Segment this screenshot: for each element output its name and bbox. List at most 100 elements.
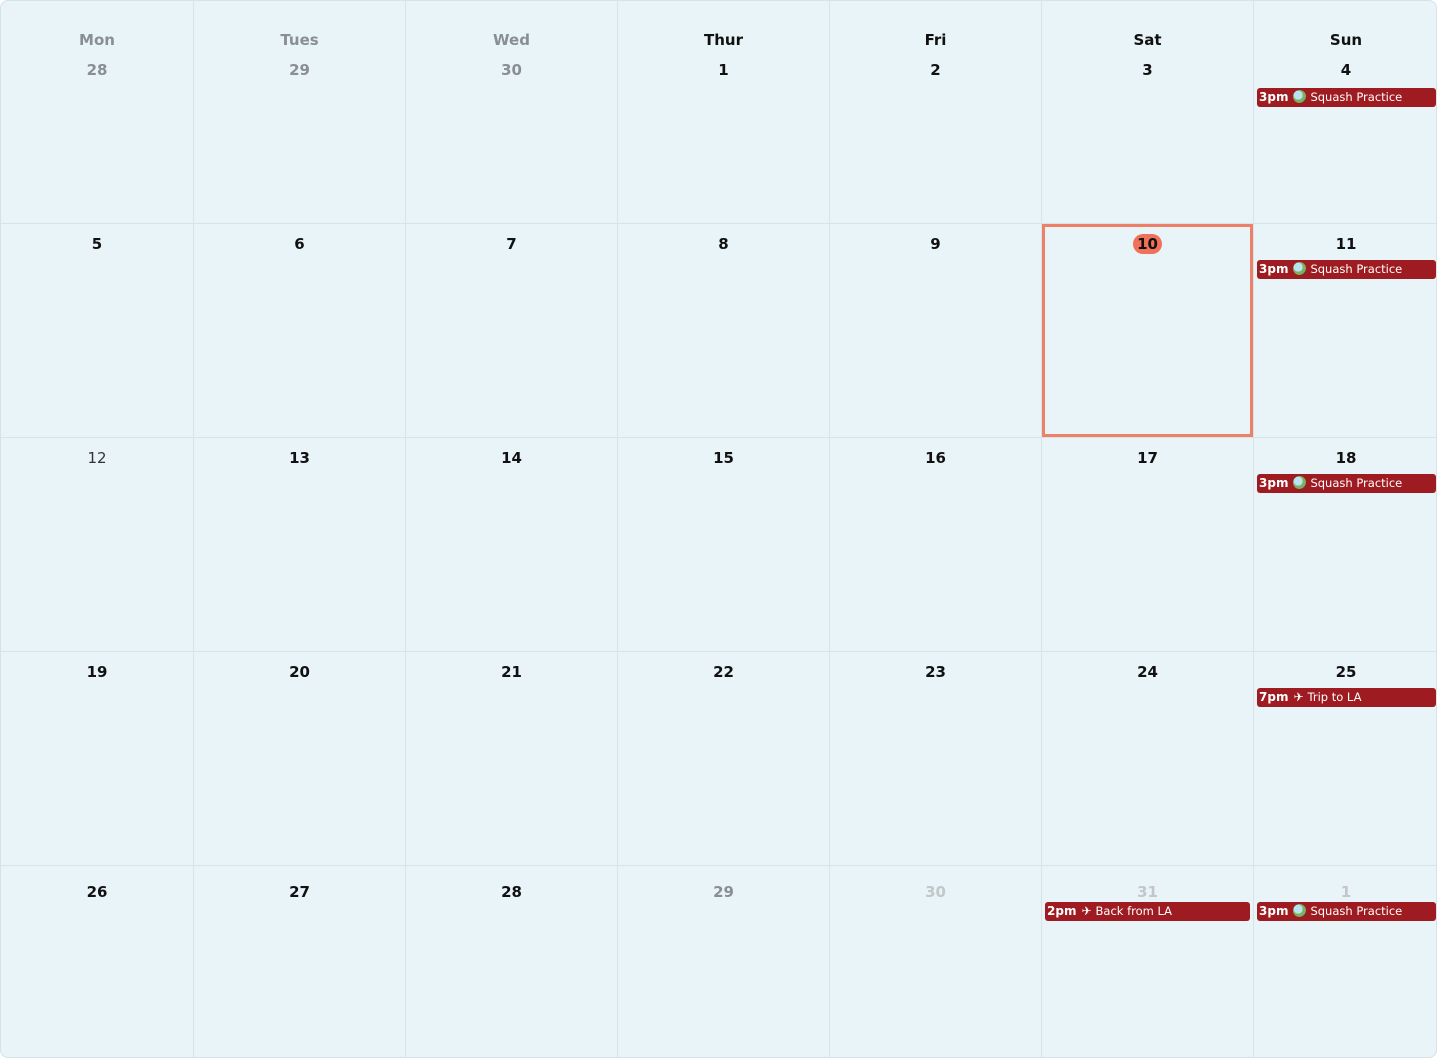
day-cell[interactable]: 16 [830, 438, 1042, 652]
sports-ball-icon [1293, 902, 1307, 921]
date-number: 22 [713, 663, 734, 681]
day-cell[interactable]: 24 [1042, 652, 1254, 866]
date-number: 5 [91, 235, 103, 253]
date-number: 18 [1335, 449, 1357, 467]
date-number: 26 [86, 883, 108, 901]
date-number: 2 [930, 61, 941, 79]
sports-ball-icon [1293, 474, 1307, 493]
event-time: 3pm [1259, 262, 1289, 276]
event-time: 7pm [1259, 690, 1289, 704]
day-cell[interactable]: 12 [1, 438, 194, 652]
date-number: 30 [925, 883, 946, 901]
day-cell[interactable]: 8 [618, 224, 830, 438]
date-number: 12 [87, 449, 107, 467]
day-cell[interactable]: 25 [1254, 652, 1436, 866]
day-cell[interactable]: 20 [194, 652, 406, 866]
event-chip[interactable]: 3pm Squash Practice [1257, 902, 1436, 921]
day-cell[interactable]: 27 [194, 866, 406, 1057]
day-cell[interactable]: 1 [1254, 866, 1436, 1057]
date-number: 27 [289, 883, 310, 901]
date-number: 28 [501, 883, 522, 901]
event-title: Squash Practice [1310, 476, 1403, 490]
airplane-icon: ✈ [1293, 690, 1304, 704]
airplane-icon: ✈ [1081, 904, 1092, 918]
day-cell[interactable]: 15 [618, 438, 830, 652]
date-number: 8 [718, 235, 729, 253]
weekday-header: Fri [924, 31, 947, 49]
date-number: 6 [294, 235, 305, 253]
date-number: 19 [86, 663, 108, 681]
event-time: 3pm [1259, 476, 1289, 490]
weekday-header: Sun [1329, 31, 1363, 49]
event-chip[interactable]: 3pm Squash Practice [1257, 88, 1436, 107]
event-title: Squash Practice [1310, 90, 1403, 104]
day-cell[interactable]: 14 [406, 438, 618, 652]
sports-ball-icon [1293, 260, 1307, 279]
event-time: 3pm [1259, 904, 1289, 918]
event-chip[interactable]: 3pm Squash Practice [1257, 474, 1436, 493]
event-time: 3pm [1259, 90, 1289, 104]
weekday-header: Mon [79, 31, 115, 49]
date-number: 11 [1335, 235, 1357, 253]
date-number: 7 [506, 235, 517, 253]
day-cell[interactable]: Fri 2 [830, 1, 1042, 224]
date-number: 30 [501, 61, 522, 79]
date-number: 1 [1340, 883, 1352, 901]
day-cell[interactable]: 13 [194, 438, 406, 652]
day-cell[interactable]: 19 [1, 652, 194, 866]
day-cell[interactable]: 30 [830, 866, 1042, 1057]
date-number: 13 [289, 449, 310, 467]
date-number: 15 [713, 449, 734, 467]
day-cell[interactable]: Sun 4 [1254, 1, 1436, 224]
weekday-header: Wed [493, 31, 530, 49]
date-number: 29 [289, 61, 310, 79]
date-number: 16 [925, 449, 946, 467]
event-chip[interactable]: 2pm ✈ Back from LA [1045, 902, 1250, 921]
date-number: 21 [501, 663, 522, 681]
day-cell[interactable]: 9 [830, 224, 1042, 438]
day-cell[interactable]: 22 [618, 652, 830, 866]
sports-ball-icon [1293, 88, 1307, 107]
date-number: 25 [1335, 663, 1357, 681]
event-title: Squash Practice [1310, 904, 1403, 918]
day-cell[interactable]: 21 [406, 652, 618, 866]
day-cell[interactable]: 29 [618, 866, 830, 1057]
date-number: 4 [1340, 61, 1352, 79]
event-title: Squash Practice [1310, 262, 1403, 276]
weekday-header: Tues [280, 31, 319, 49]
event-title: Back from LA [1095, 904, 1173, 918]
day-cell[interactable]: 11 [1254, 224, 1436, 438]
date-number: 14 [501, 449, 522, 467]
day-cell[interactable]: Thur 1 [618, 1, 830, 224]
date-number: 31 [1137, 883, 1158, 901]
day-cell[interactable]: Sat 3 [1042, 1, 1254, 224]
event-title: Trip to LA [1307, 690, 1362, 704]
day-cell[interactable]: 26 [1, 866, 194, 1057]
day-cell[interactable]: 7 [406, 224, 618, 438]
date-number: 28 [86, 61, 108, 79]
event-chip[interactable]: 7pm ✈ Trip to LA [1257, 688, 1436, 707]
day-cell[interactable]: 18 [1254, 438, 1436, 652]
weekday-header: Sat [1133, 31, 1162, 49]
day-cell[interactable]: Mon 28 [1, 1, 194, 224]
event-chip[interactable]: 3pm Squash Practice [1257, 260, 1436, 279]
date-number: 24 [1137, 663, 1158, 681]
day-cell[interactable]: 6 [194, 224, 406, 438]
day-cell[interactable]: 28 [406, 866, 618, 1057]
day-cell[interactable]: Wed 30 [406, 1, 618, 224]
day-cell[interactable]: 17 [1042, 438, 1254, 652]
month-calendar: Mon 28 Tues 29 Wed 30 Thur 1 Fri 2 Sat 3 Sun 4 5 6 7 8 9 10… [0, 0, 1437, 1058]
date-number: 17 [1137, 449, 1158, 467]
day-cell[interactable]: Tues 29 [194, 1, 406, 224]
day-cell[interactable]: 5 [1, 224, 194, 438]
date-number: 1 [718, 61, 729, 79]
date-number: 23 [925, 663, 946, 681]
event-time: 2pm [1047, 904, 1077, 918]
day-cell[interactable]: 23 [830, 652, 1042, 866]
date-number: 3 [1142, 61, 1153, 79]
selected-day-outline [1042, 224, 1253, 437]
day-cell[interactable]: 31 [1042, 866, 1254, 1057]
weekday-header: Thur [704, 31, 743, 49]
date-number: 29 [713, 883, 734, 901]
date-number: 9 [930, 235, 941, 253]
